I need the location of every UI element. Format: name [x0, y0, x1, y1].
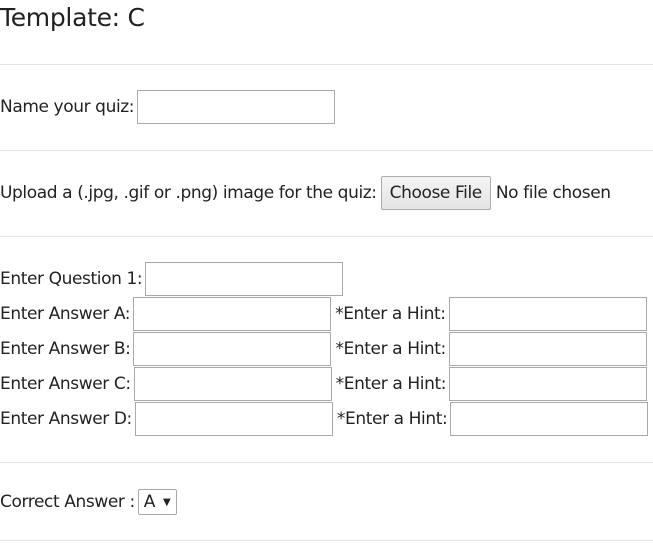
question-label: Enter Question 1:: [0, 269, 143, 289]
hint-c-input[interactable]: [449, 367, 648, 401]
answer-label: Enter Answer C:: [0, 374, 131, 394]
hint-d-input[interactable]: [450, 402, 649, 436]
choose-file-button[interactable]: Choose File: [380, 176, 491, 210]
file-status-text: No file chosen: [495, 183, 611, 203]
correct-answer-row: Correct Answer : A ▼: [0, 485, 178, 519]
hint-label: *Enter a Hint:: [335, 304, 446, 324]
correct-answer-label: Correct Answer :: [0, 492, 135, 512]
answer-d-input[interactable]: [134, 402, 333, 436]
answer-row-c: Enter Answer C: *Enter a Hint:: [0, 367, 648, 401]
answer-row-d: Enter Answer D: *Enter a Hint:: [0, 402, 649, 436]
hint-label: *Enter a Hint:: [335, 374, 447, 394]
answer-label: Enter Answer A:: [0, 304, 131, 324]
correct-answer-select[interactable]: A ▼: [137, 489, 178, 515]
hint-a-input[interactable]: [448, 297, 647, 331]
image-upload-label: Upload a (.jpg, .gif or .png) image for …: [0, 183, 377, 203]
hint-b-input[interactable]: [448, 332, 647, 366]
quiz-name-label: Name your quiz:: [0, 97, 135, 117]
hint-label: *Enter a Hint:: [335, 339, 446, 359]
section-divider: [0, 150, 653, 151]
answer-a-input[interactable]: [133, 297, 332, 331]
section-divider: [0, 236, 653, 237]
answer-c-input[interactable]: [133, 367, 332, 401]
answer-label: Enter Answer D:: [0, 409, 132, 429]
answer-row-a: Enter Answer A: *Enter a Hint:: [0, 297, 647, 331]
dropdown-arrow-icon: ▼: [163, 496, 171, 508]
question-input[interactable]: [145, 262, 344, 296]
question-row: Enter Question 1:: [0, 262, 344, 296]
section-divider: [0, 64, 653, 65]
quiz-name-row: Name your quiz:: [0, 90, 336, 124]
page-title: Template: C: [0, 3, 145, 32]
section-divider: [0, 540, 653, 541]
section-divider: [0, 462, 653, 463]
answer-label: Enter Answer B:: [0, 339, 131, 359]
hint-label: *Enter a Hint:: [336, 409, 448, 429]
answer-row-b: Enter Answer B: *Enter a Hint:: [0, 332, 647, 366]
quiz-name-input[interactable]: [137, 90, 336, 124]
answer-b-input[interactable]: [133, 332, 332, 366]
image-upload-row: Upload a (.jpg, .gif or .png) image for …: [0, 176, 611, 210]
correct-answer-selected-value: A: [143, 492, 156, 512]
